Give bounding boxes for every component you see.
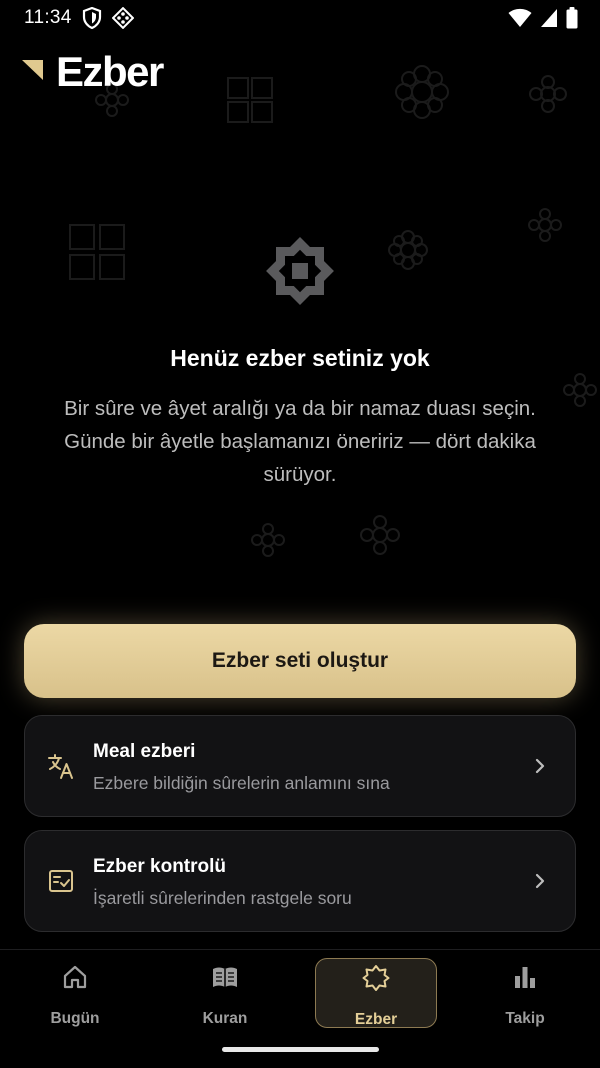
status-time: 11:34	[24, 7, 72, 28]
book-icon	[213, 967, 237, 987]
create-set-button-label: Ezber seti oluştur	[211, 649, 389, 672]
star-icon	[362, 965, 390, 991]
nav-label: Takip	[505, 1010, 545, 1027]
nav-item-takip[interactable]: Takip	[465, 958, 585, 1027]
nav-item-bugun[interactable]: Bugün	[15, 958, 135, 1027]
meal-ezberi-card[interactable]: Meal ezberi Ezbere bildiğin sûrelerin an…	[24, 715, 576, 817]
nav-label: Ezber	[354, 1011, 398, 1028]
shield-icon	[82, 7, 102, 29]
status-bar: 11:34	[0, 0, 600, 36]
network-icon	[112, 7, 134, 29]
translate-icon	[48, 754, 73, 779]
triangle-flag-icon	[22, 60, 43, 80]
bar-chart-icon	[515, 967, 535, 988]
nav-label: Kuran	[202, 1010, 248, 1027]
option-title: Meal ezberi	[93, 741, 196, 762]
battery-icon	[566, 7, 578, 29]
checklist-icon	[49, 870, 73, 892]
wifi-icon	[508, 8, 532, 27]
app-header: Ezber	[22, 48, 164, 96]
option-subtitle: Ezbere bildiğin sûrelerin anlamını sına	[93, 773, 390, 793]
cell-signal-icon	[541, 9, 557, 27]
empty-state-description: Bir sûre ve âyet aralığı ya da bir namaz…	[64, 397, 536, 486]
nav-item-kuran[interactable]: Kuran	[165, 958, 285, 1027]
page-title: Ezber	[56, 48, 164, 95]
create-set-button[interactable]: Ezber seti oluştur	[24, 624, 576, 698]
home-indicator[interactable]	[222, 1047, 379, 1052]
nav-label: Bugün	[50, 1010, 100, 1027]
chevron-right-icon	[535, 758, 545, 774]
home-icon	[63, 965, 87, 989]
eight-point-star-icon	[266, 237, 334, 305]
chevron-right-icon	[535, 873, 545, 889]
option-subtitle: İşaretli sûrelerinden rastgele soru	[93, 888, 352, 908]
option-title: Ezber kontrolü	[93, 856, 227, 877]
ezber-kontrolu-card[interactable]: Ezber kontrolü İşaretli sûrelerinden ras…	[24, 830, 576, 932]
nav-item-ezber[interactable]: Ezber	[315, 958, 437, 1028]
empty-state-title: Henüz ezber setiniz yok	[170, 345, 430, 371]
